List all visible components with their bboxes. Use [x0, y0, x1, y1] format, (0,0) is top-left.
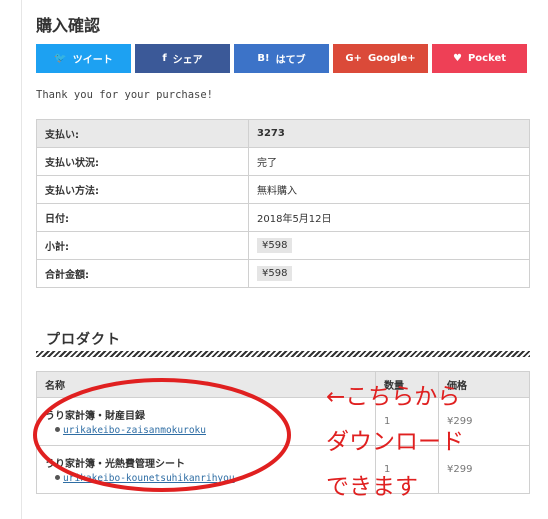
summary-row-subtotal: 小計: ¥598: [36, 231, 530, 260]
facebook-f-icon: f: [162, 53, 167, 64]
total-value: ¥598: [257, 266, 293, 281]
dashed-divider: [36, 351, 530, 357]
payment-method-value: 無料購入: [248, 175, 530, 204]
thank-you-message: Thank you for your purchase!: [36, 89, 214, 101]
summary-row-status: 支払い状況: 完了: [36, 147, 530, 176]
pocket-save-label: Pocket: [467, 53, 507, 64]
twitter-share-button[interactable]: 🐦 ツイート: [36, 44, 131, 73]
subtotal-value: ¥598: [257, 238, 293, 253]
payment-id-value: 3273: [248, 119, 530, 148]
google-plus-share-button[interactable]: G+ Google+: [333, 44, 428, 73]
date-label: 日付:: [36, 203, 249, 232]
page-title: 購入確認: [36, 16, 101, 35]
summary-row-payment-id: 支払い: 3273: [36, 119, 530, 148]
google-plus-icon: G+: [345, 53, 362, 64]
payment-status-value: 完了: [248, 147, 530, 176]
share-buttons: 🐦 ツイート f シェア B! はてブ G+ Google+ ♥ Pocket: [36, 44, 527, 73]
annotation-line-2: ダウンロード: [326, 429, 464, 455]
payment-method-label: 支払い方法:: [36, 175, 249, 204]
twitter-share-label: ツイート: [72, 55, 113, 66]
total-label: 合計金額:: [36, 259, 249, 288]
annotation-line-3: できます: [326, 474, 418, 500]
hatena-bookmark-button[interactable]: B! はてブ: [234, 44, 329, 73]
purchase-summary-table: 支払い: 3273 支払い状況: 完了 支払い方法: 無料購入 日付: 2018…: [36, 119, 530, 288]
pocket-save-button[interactable]: ♥ Pocket: [432, 44, 527, 73]
products-section-title: プロダクト: [46, 332, 121, 348]
summary-row-date: 日付: 2018年5月12日: [36, 203, 530, 232]
hatena-bookmark-label: はてブ: [275, 55, 306, 66]
facebook-share-label: シェア: [172, 55, 203, 66]
red-highlight-circle: [33, 378, 291, 492]
hatena-b-icon: B!: [257, 53, 270, 64]
payment-status-label: 支払い状況:: [36, 147, 249, 176]
summary-row-method: 支払い方法: 無料購入: [36, 175, 530, 204]
annotation-line-1: ←こちらから: [326, 384, 461, 410]
pocket-icon: ♥: [452, 53, 462, 64]
payment-id-label: 支払い:: [36, 119, 249, 148]
content-frame-border: [21, 0, 22, 519]
twitter-bird-icon: 🐦: [54, 53, 67, 64]
google-plus-share-label: Google+: [367, 53, 416, 64]
subtotal-label: 小計:: [36, 231, 249, 260]
facebook-share-button[interactable]: f シェア: [135, 44, 230, 73]
summary-row-total: 合計金額: ¥598: [36, 259, 530, 288]
date-value: 2018年5月12日: [248, 203, 530, 232]
